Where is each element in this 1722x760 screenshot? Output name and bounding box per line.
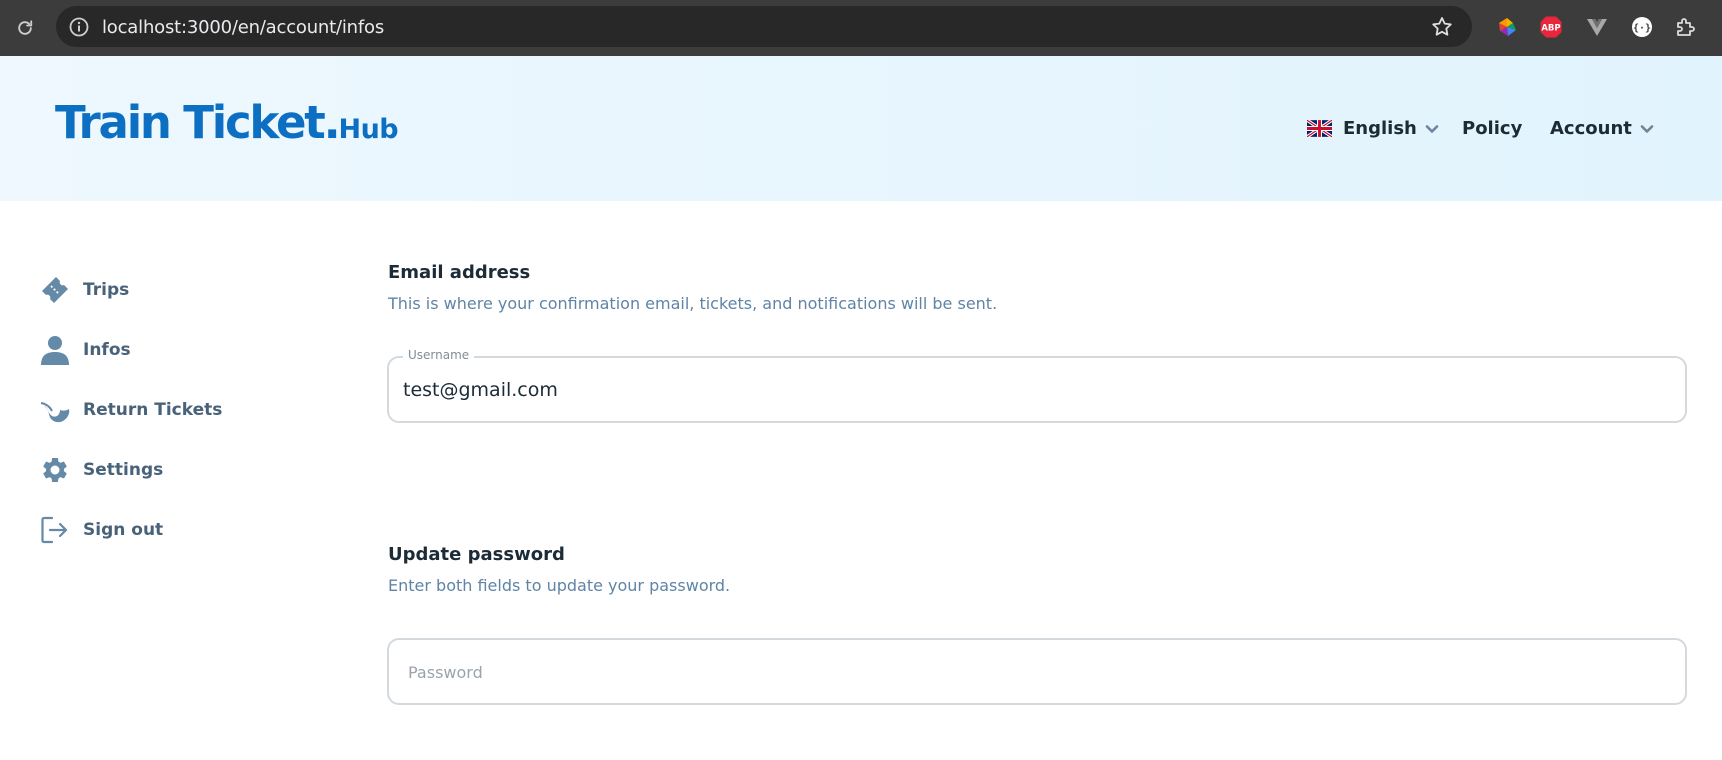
sidebar-item-infos[interactable]: Infos — [38, 330, 131, 370]
site-logo[interactable]: Train Ticket.Hub — [55, 96, 399, 149]
sidebar-item-settings[interactable]: Settings — [38, 450, 163, 490]
sidebar-item-sign-out[interactable]: Sign out — [38, 510, 163, 550]
address-bar[interactable]: localhost:3000/en/account/infos — [56, 6, 1472, 47]
password-input[interactable] — [408, 658, 1668, 686]
sidebar-item-return-tickets[interactable]: Return Tickets — [38, 390, 222, 430]
uk-flag-icon — [1307, 120, 1332, 137]
email-section-title: Email address — [388, 262, 531, 283]
email-section-description: This is where your confirmation email, t… — [388, 294, 998, 313]
sign-out-icon — [38, 513, 72, 547]
password-section-description: Enter both fields to update your passwor… — [388, 576, 731, 595]
chevron-down-icon — [1425, 124, 1439, 133]
return-icon — [38, 393, 72, 427]
svg-text:{·}: {·} — [1633, 23, 1651, 34]
reload-icon[interactable] — [12, 15, 38, 41]
adblock-label: ABP — [1541, 24, 1560, 34]
user-icon — [38, 333, 72, 367]
logo-main-text: Train Ticket. — [55, 96, 341, 149]
account-menu[interactable]: Account — [1550, 56, 1654, 201]
site-info-icon[interactable] — [68, 16, 90, 38]
sidebar-item-label: Settings — [83, 460, 164, 480]
browser-toolbar: localhost:3000/en/account/infos ABP {·} — [0, 0, 1722, 56]
username-field[interactable]: Username — [387, 348, 1687, 423]
adblock-plus-extension-icon[interactable]: ABP — [1538, 14, 1564, 40]
gear-icon — [38, 453, 72, 487]
sidebar-item-label: Sign out — [83, 520, 164, 540]
password-field[interactable] — [387, 638, 1687, 705]
language-selector[interactable]: English — [1307, 56, 1439, 201]
sidebar-item-label: Trips — [83, 280, 130, 300]
sidebar-item-trips[interactable]: Trips — [38, 270, 129, 310]
ticket-icon — [38, 273, 72, 307]
sidebar-item-label: Return Tickets — [83, 400, 223, 420]
policy-label: Policy — [1462, 118, 1523, 139]
logo-sub-text: Hub — [338, 114, 399, 145]
vue-devtools-extension-icon[interactable] — [1584, 14, 1610, 40]
username-input[interactable] — [403, 376, 1663, 404]
site-header: Train Ticket.Hub English Policy Account — [0, 56, 1722, 201]
chevron-down-icon — [1640, 124, 1654, 133]
color-picker-extension-icon[interactable] — [1494, 14, 1520, 40]
url-text[interactable]: localhost:3000/en/account/infos — [102, 17, 384, 38]
json-formatter-extension-icon[interactable]: {·} — [1629, 14, 1655, 40]
extensions-puzzle-icon[interactable] — [1673, 14, 1699, 40]
account-label: Account — [1550, 118, 1632, 139]
policy-link[interactable]: Policy — [1462, 56, 1522, 201]
username-field-label: Username — [403, 348, 475, 362]
language-label: English — [1343, 118, 1417, 139]
bookmark-star-icon[interactable] — [1430, 15, 1454, 39]
sidebar-item-label: Infos — [83, 340, 131, 360]
password-section-title: Update password — [388, 544, 565, 565]
